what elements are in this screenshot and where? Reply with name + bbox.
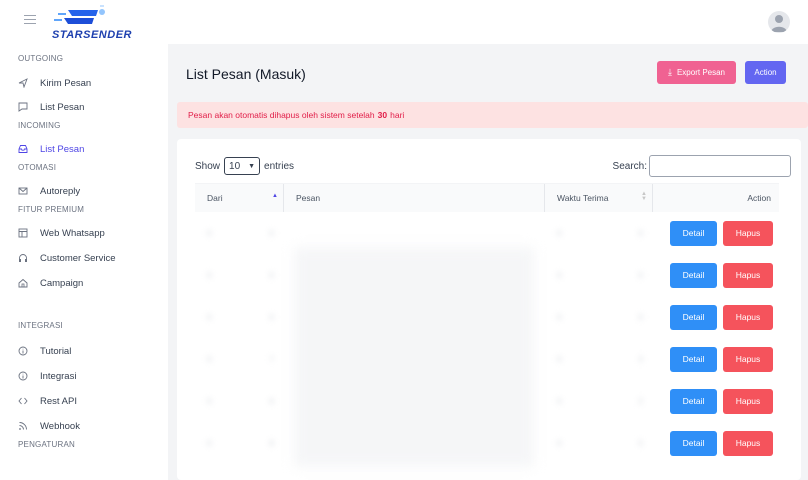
sidebar-item-label: Rest API bbox=[40, 395, 77, 407]
export-pesan-button[interactable]: ⤓ Export Pesan bbox=[657, 61, 736, 84]
table-header: Dari ▲ Pesan Waktu Terima ▲ ▼ Action bbox=[195, 183, 779, 212]
sidebar-item-label: Campaign bbox=[40, 277, 84, 289]
sidebar-item-integrasi[interactable]: Integrasi bbox=[18, 368, 76, 384]
alert-days: 30 bbox=[377, 110, 388, 120]
sidebar-item-customer-service[interactable]: Customer Service bbox=[18, 250, 116, 266]
export-pesan-label: Export Pesan bbox=[676, 68, 725, 77]
messages-table: Dari ▲ Pesan Waktu Terima ▲ ▼ Action 00 00 … bbox=[195, 183, 779, 467]
hapus-button[interactable]: Hapus bbox=[723, 388, 773, 414]
hapus-button[interactable]: Hapus bbox=[723, 262, 773, 288]
sidebar-item-label: Tutorial bbox=[40, 345, 72, 357]
sidebar-item-rest-api[interactable]: Rest API bbox=[18, 393, 77, 409]
row-dari: 00 bbox=[207, 312, 274, 322]
avatar[interactable] bbox=[768, 11, 790, 33]
send-icon bbox=[18, 78, 28, 88]
sidebar-section-otomasi: OTOMASI bbox=[18, 163, 57, 172]
rss-icon bbox=[18, 421, 28, 431]
chat-icon bbox=[18, 102, 28, 112]
sidebar-item-label: List Pesan bbox=[40, 143, 85, 155]
detail-button[interactable]: Detail bbox=[670, 430, 717, 456]
hapus-button[interactable]: Hapus bbox=[723, 346, 773, 372]
sidebar-section-pengaturan: PENGATURAN bbox=[18, 440, 75, 449]
detail-button[interactable]: Detail bbox=[670, 304, 717, 330]
redacted-message-area bbox=[294, 247, 534, 467]
info-icon bbox=[18, 371, 28, 381]
download-icon: ⤓ bbox=[667, 67, 672, 77]
column-pesan[interactable]: Pesan bbox=[284, 184, 545, 212]
detail-button[interactable]: Detail bbox=[670, 346, 717, 372]
sidebar-item-web-whatsapp[interactable]: Web Whatsapp bbox=[18, 225, 105, 241]
row-waktu: 00 bbox=[557, 228, 643, 238]
browser-icon bbox=[18, 228, 28, 238]
main-content: List Pesan (Masuk) ⤓ Export Pesan Action… bbox=[168, 44, 808, 480]
mail-icon bbox=[18, 186, 28, 196]
detail-button[interactable]: Detail bbox=[670, 262, 717, 288]
alert-banner: Pesan akan otomatis dihapus oleh sistem … bbox=[177, 102, 808, 128]
info-icon bbox=[18, 346, 28, 356]
sort-icon: ▲ ▼ bbox=[641, 191, 647, 202]
column-waktu-terima[interactable]: Waktu Terima ▲ ▼ bbox=[545, 184, 653, 212]
sidebar-item-kirim-pesan[interactable]: Kirim Pesan bbox=[18, 75, 91, 91]
row-waktu: 00 bbox=[557, 312, 643, 322]
sidebar-item-tutorial[interactable]: Tutorial bbox=[18, 343, 71, 359]
top-header: STARSENDER bbox=[0, 0, 808, 44]
row-dari: 00 bbox=[207, 270, 274, 280]
sidebar-item-label: Autoreply bbox=[40, 185, 81, 197]
sidebar-item-campaign[interactable]: Campaign bbox=[18, 275, 83, 291]
row-dari: 06 bbox=[207, 396, 274, 406]
hamburger-icon[interactable] bbox=[24, 15, 36, 27]
entries-control: Show 10 ▼ entries bbox=[195, 157, 294, 175]
row-waktu: 00 bbox=[557, 270, 643, 280]
sidebar-item-label: Kirim Pesan bbox=[40, 77, 92, 89]
row-dari: 08 bbox=[207, 438, 274, 448]
page-title: List Pesan (Masuk) bbox=[186, 66, 306, 82]
sidebar-section-fitur-premium: FITUR PREMIUM bbox=[18, 205, 85, 214]
table-card: Show 10 ▼ entries Search: Dari ▲ Pesan Wa… bbox=[177, 139, 801, 480]
sidebar-item-autoreply[interactable]: Autoreply bbox=[18, 183, 80, 199]
entries-select[interactable]: 10 ▼ bbox=[224, 157, 261, 175]
home-icon bbox=[18, 278, 28, 288]
sidebar-item-label: Webhook bbox=[40, 420, 80, 432]
action-button[interactable]: Action bbox=[745, 61, 786, 84]
hapus-button[interactable]: Hapus bbox=[723, 304, 773, 330]
row-waktu: 02 bbox=[557, 396, 643, 406]
entries-label: entries bbox=[264, 160, 295, 172]
alert-text-prefix: Pesan akan otomatis dihapus oleh sistem … bbox=[188, 110, 375, 120]
sidebar-item-label: Integrasi bbox=[40, 370, 77, 382]
hapus-button[interactable]: Hapus bbox=[723, 220, 773, 246]
search-input[interactable] bbox=[649, 155, 791, 177]
sidebar-item-list-pesan-outgoing[interactable]: List Pesan bbox=[18, 99, 84, 115]
row-waktu: 03 bbox=[557, 354, 643, 364]
sidebar-section-outgoing: OUTGOING bbox=[18, 54, 64, 63]
row-dari: 00 bbox=[207, 228, 274, 238]
sidebar-section-incoming: INCOMING bbox=[18, 121, 61, 130]
row-waktu: 05 bbox=[557, 438, 643, 448]
search-label: Search: bbox=[612, 160, 647, 172]
search-control: Search: bbox=[613, 155, 791, 177]
show-label: Show bbox=[195, 160, 221, 172]
sidebar-item-webhook[interactable]: Webhook bbox=[18, 418, 80, 434]
hapus-button[interactable]: Hapus bbox=[723, 430, 773, 456]
user-icon bbox=[771, 15, 787, 32]
column-dari[interactable]: Dari ▲ bbox=[195, 184, 284, 212]
alert-text-suffix: hari bbox=[390, 110, 405, 120]
column-action: Action bbox=[747, 193, 771, 203]
sidebar-item-label: List Pesan bbox=[40, 101, 85, 113]
headset-icon bbox=[18, 253, 28, 263]
chevron-down-icon: ▼ bbox=[248, 162, 256, 170]
sidebar-item-list-pesan-incoming[interactable]: List Pesan bbox=[18, 141, 84, 157]
sidebar-section-integrasi: INTEGRASI bbox=[18, 321, 63, 330]
code-icon bbox=[18, 396, 28, 406]
sidebar-item-label: Customer Service bbox=[40, 252, 116, 264]
sidebar-item-label: Web Whatsapp bbox=[40, 227, 105, 239]
row-dari: 07 bbox=[207, 354, 274, 364]
brand-name: STARSENDER bbox=[52, 29, 132, 41]
sort-asc-icon: ▲ bbox=[272, 193, 278, 199]
detail-button[interactable]: Detail bbox=[670, 388, 717, 414]
detail-button[interactable]: Detail bbox=[670, 220, 717, 246]
inbox-icon bbox=[18, 144, 28, 154]
sidebar: OUTGOING Kirim Pesan List Pesan INCOMING… bbox=[0, 44, 168, 480]
entries-value: 10 bbox=[229, 160, 241, 172]
